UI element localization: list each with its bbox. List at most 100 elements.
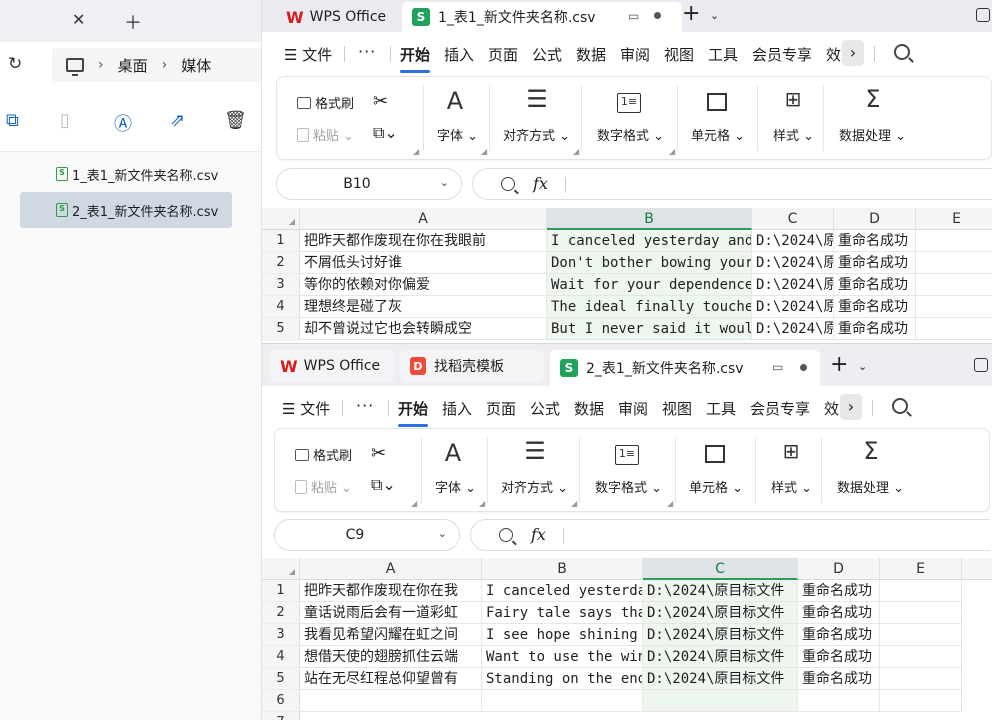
table-cell[interactable]: 把昨天都作废现在你在我眼前 <box>300 230 547 252</box>
table-cell[interactable]: I canceled yesterda <box>482 580 643 602</box>
table-cell[interactable]: 重命名成功 <box>834 230 916 252</box>
menu-insert[interactable]: 插入 <box>444 44 474 65</box>
paste-button[interactable]: 粘贴 ⌄ <box>297 125 354 144</box>
menu-home[interactable]: 开始 <box>400 44 431 73</box>
table-cell[interactable]: Don't bother bowing your <box>547 252 752 274</box>
file-item-1[interactable]: S 1_表1_新文件夹名称.csv <box>20 156 232 192</box>
table-cell[interactable]: D:\2024\原 <box>752 252 834 274</box>
number-format-button[interactable]: 数字格式 ⌄ <box>597 125 664 144</box>
table-cell[interactable]: 想借天使的翅膀抓住云端 <box>300 646 482 668</box>
menu-effect[interactable]: 效 <box>824 398 839 419</box>
menu-vip[interactable]: 会员专享 <box>750 398 810 419</box>
menu-effect[interactable]: 效 <box>826 44 841 65</box>
table-cell[interactable]: 重命名成功 <box>798 646 880 668</box>
table-cell[interactable] <box>880 646 962 668</box>
expand-corner-icon[interactable]: ◢ <box>411 499 417 508</box>
table-cell[interactable]: 把昨天都作废现在你在我 <box>300 580 482 602</box>
table-cell[interactable] <box>880 690 962 712</box>
table-cell[interactable]: 重命名成功 <box>798 602 880 624</box>
zoom-icon[interactable] <box>499 528 513 542</box>
name-box[interactable]: C9 ⌄ <box>274 519 460 551</box>
table-cell[interactable]: 重命名成功 <box>834 318 916 340</box>
table-cell[interactable]: 重命名成功 <box>834 252 916 274</box>
chevron-right-icon[interactable]: › <box>840 394 862 420</box>
menu-data[interactable]: 数据 <box>574 398 604 419</box>
more-icon[interactable]: ··· <box>358 42 376 61</box>
table-cell[interactable]: D:\2024\原目标文件 <box>643 580 798 602</box>
row-header[interactable]: 2 <box>262 602 300 624</box>
font-button[interactable]: 字体 ⌄ <box>435 477 476 496</box>
cell-icon[interactable] <box>705 445 725 463</box>
tab-document[interactable]: S 1_表1_新文件夹名称.csv <box>402 2 682 32</box>
chevron-down-icon[interactable]: ⌄ <box>858 360 867 373</box>
table-cell[interactable]: 重命名成功 <box>834 296 916 318</box>
search-icon[interactable] <box>892 398 908 414</box>
menu-file[interactable]: ☰ 文件 <box>282 398 330 419</box>
expand-corner-icon[interactable]: ◢ <box>481 147 487 156</box>
col-header-d[interactable]: D <box>834 208 916 230</box>
table-cell[interactable]: 我看见希望闪耀在虹之间 <box>300 624 482 646</box>
search-icon[interactable] <box>894 44 910 60</box>
sum-icon[interactable]: Σ <box>851 437 891 465</box>
new-tab-icon[interactable]: + <box>682 1 700 26</box>
breadcrumb[interactable]: › 桌面 › 媒体 <box>52 48 261 82</box>
table-cell[interactable]: D:\2024\原 <box>752 296 834 318</box>
cell-button[interactable]: 单元格 ⌄ <box>689 477 743 496</box>
expand-corner-icon[interactable]: ◢ <box>413 147 419 156</box>
scissors-icon[interactable]: ✂ <box>371 443 386 464</box>
table-cell[interactable]: 站在无尽红程总仰望曾有 <box>300 668 482 690</box>
style-icon[interactable]: ⊞ <box>771 439 811 463</box>
menu-tools[interactable]: 工具 <box>706 398 736 419</box>
table-cell[interactable]: 重命名成功 <box>798 668 880 690</box>
table-cell[interactable] <box>643 690 798 712</box>
style-icon[interactable]: ⊞ <box>773 87 813 111</box>
row-header[interactable]: 2 <box>262 252 300 274</box>
table-cell[interactable] <box>916 274 992 296</box>
table-cell[interactable]: D:\2024\原目标文件 <box>643 668 798 690</box>
table-cell[interactable] <box>880 602 962 624</box>
data-process-button[interactable]: 数据处理 ⌄ <box>837 477 904 496</box>
chevron-down-icon[interactable]: ⌄ <box>440 176 449 189</box>
col-header-f[interactable] <box>962 558 992 580</box>
col-header-b[interactable]: B <box>482 558 643 580</box>
expand-corner-icon[interactable]: ◢ <box>669 147 675 156</box>
table-cell[interactable]: 重命名成功 <box>798 580 880 602</box>
table-cell[interactable]: I canceled yesterday and <box>547 230 752 252</box>
close-icon[interactable]: ✕ <box>72 10 85 29</box>
paste-icon[interactable]: ▯ <box>60 110 70 131</box>
table-cell[interactable] <box>880 624 962 646</box>
number-format-icon[interactable]: 1≡ <box>615 445 639 465</box>
table-cell[interactable]: Want to use the win <box>482 646 643 668</box>
table-cell[interactable] <box>916 296 992 318</box>
scissors-icon[interactable]: ✂ <box>373 91 388 112</box>
expand-corner-icon[interactable]: ◢ <box>667 499 673 508</box>
menu-page[interactable]: 页面 <box>486 398 516 419</box>
format-painter-button[interactable]: 格式刷 <box>295 445 352 464</box>
select-all-corner[interactable] <box>262 208 300 230</box>
table-cell[interactable]: D:\2024\原目标文件 <box>643 624 798 646</box>
table-cell[interactable]: 却不曾说过它也会转瞬成空 <box>300 318 547 340</box>
menu-view[interactable]: 视图 <box>664 44 694 65</box>
monitor-icon[interactable]: ▭ <box>628 9 639 23</box>
more-icon[interactable]: ··· <box>356 396 374 415</box>
sum-icon[interactable]: Σ <box>853 85 893 113</box>
breadcrumb-item-desktop[interactable]: 桌面 <box>118 55 148 76</box>
tab-template[interactable]: D 找稻壳模板 <box>400 350 544 382</box>
expand-corner-icon[interactable]: ◢ <box>573 147 579 156</box>
table-cell[interactable] <box>916 252 992 274</box>
row-header[interactable]: 3 <box>262 624 300 646</box>
row-header[interactable]: 1 <box>262 580 300 602</box>
row-header[interactable]: 4 <box>262 646 300 668</box>
table-cell[interactable]: D:\2024\原 <box>752 318 834 340</box>
table-cell[interactable]: Standing on the end <box>482 668 643 690</box>
align-icon[interactable]: ☰ <box>515 437 555 465</box>
table-cell[interactable] <box>880 580 962 602</box>
table-cell[interactable]: 童话说雨后会有一道彩虹 <box>300 602 482 624</box>
select-all-corner[interactable] <box>262 558 300 580</box>
col-header-e[interactable]: E <box>880 558 962 580</box>
monitor-icon[interactable]: ▭ <box>772 360 783 374</box>
table-cell[interactable]: I see hope shining <box>482 624 643 646</box>
align-icon[interactable]: ☰ <box>517 85 557 113</box>
copy-icon[interactable]: ⧉⌄ <box>373 123 398 143</box>
font-icon[interactable]: A <box>435 87 475 115</box>
